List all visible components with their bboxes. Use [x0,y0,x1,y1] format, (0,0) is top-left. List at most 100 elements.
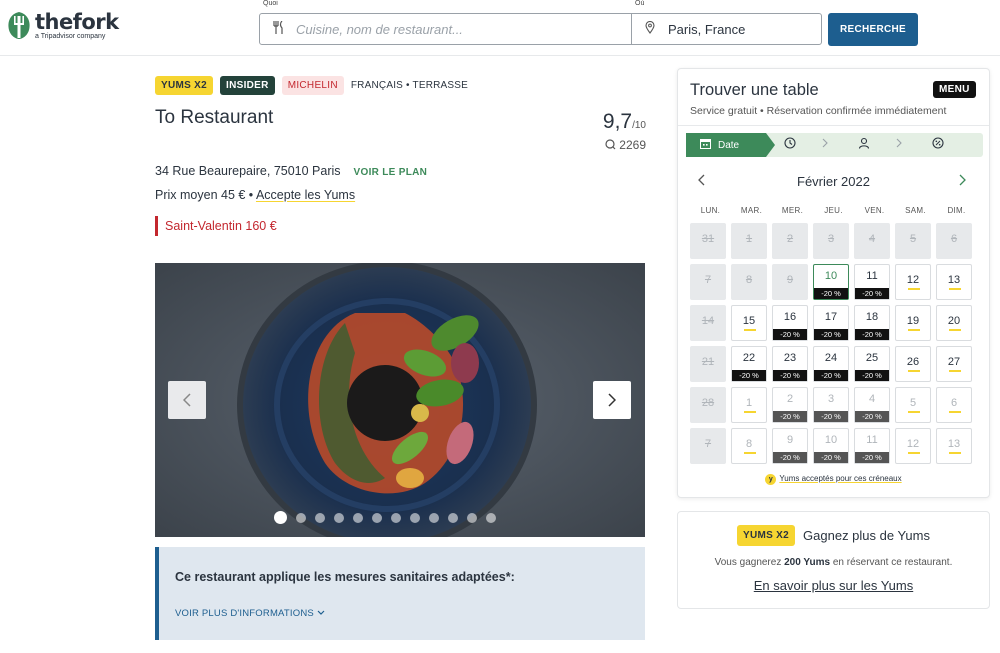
yums-amount: 200 Yums [784,557,831,568]
discount-tag: -20 % [773,411,807,422]
learn-more-yums-link[interactable]: En savoir plus sur les Yums [678,578,989,593]
special-offer: Saint-Valentin 160 € [155,216,277,236]
chevron-right-icon [959,174,966,186]
percent-icon[interactable] [932,137,944,152]
weekday-label: LUN. [700,206,721,215]
what-label: Quoi [263,0,278,7]
chevron-right-icon [822,137,828,151]
rating-scale: /10 [632,120,646,131]
calendar-day: 2 [772,223,808,259]
pagination-dot[interactable] [353,512,363,523]
calendar-day[interactable]: 5 [895,387,931,423]
weekday-label: MER. [781,206,804,215]
yums-underline [744,411,756,413]
day-number: 6 [950,233,958,245]
chevron-right-icon [896,137,902,151]
address-row: 34 Rue Beaurepaire, 75010 Paris VOIR LE … [155,164,427,178]
person-icon[interactable] [858,137,870,152]
calendar-day[interactable]: 9 -20 % [772,428,808,464]
calendar-day[interactable]: 2 -20 % [772,387,808,423]
pagination-dot[interactable] [334,512,344,523]
calendar-day[interactable]: 24 -20 % [813,346,849,382]
search-button[interactable]: RECHERCHE [828,13,918,46]
yums-underline [949,411,961,413]
calendar-day[interactable]: 6 [936,387,972,423]
calendar-day[interactable]: 23 -20 % [772,346,808,382]
discount-tag: -20 % [855,288,889,299]
calendar-day[interactable]: 18 -20 % [854,305,890,341]
next-photo-button[interactable] [593,381,631,419]
accepts-yums-link[interactable]: Accepte les Yums [256,188,355,202]
calendar-day[interactable]: 17 -20 % [813,305,849,341]
menu-button[interactable]: MENU [933,81,976,98]
where-field[interactable]: Paris, France [632,14,821,44]
yums-underline [908,370,920,372]
calendar-day[interactable]: 1 [731,387,767,423]
day-number: 13 [947,438,961,450]
pagination-dot[interactable] [296,512,306,523]
calendar-day[interactable]: 12 [895,264,931,300]
calendar-day[interactable]: 16 -20 % [772,305,808,341]
calendar-day[interactable]: 27 [936,346,972,382]
pagination-dot[interactable] [486,512,496,523]
calendar-day[interactable]: 10 -20 % [813,264,849,300]
step-date[interactable]: Date [686,133,766,157]
calendar-day[interactable]: 15 [731,305,767,341]
yums-underline [949,452,961,454]
yums-accepted-text[interactable]: Yums acceptés pour ces créneaux [779,474,901,483]
calendar-day[interactable]: 19 [895,305,931,341]
thefork-logo[interactable]: thefork a Tripadvisor company [6,10,119,40]
day-number: 1 [745,233,753,245]
pagination-dot[interactable] [315,512,325,523]
logo-tagline: a Tripadvisor company [35,32,106,40]
pagination-dot[interactable] [448,512,458,523]
day-number: 24 [824,352,838,364]
pagination-dot[interactable] [410,512,420,523]
pagination-dot[interactable] [467,512,477,523]
calendar-day[interactable]: 22 -20 % [731,346,767,382]
calendar-day[interactable]: 11 -20 % [854,264,890,300]
pagination-dot[interactable] [372,512,382,523]
day-number: 14 [701,315,715,327]
calendar-day[interactable]: 13 [936,264,972,300]
day-number: 15 [742,315,756,327]
discount-tag: -20 % [773,370,807,381]
review-count[interactable]: 2269 [592,138,646,152]
day-number: 3 [827,393,835,405]
yums-icon: y [765,474,777,485]
calendar-day: 7 [690,428,726,464]
booking-steps: Date [686,133,983,157]
day-number: 11 [866,270,878,282]
view-map-link[interactable]: VOIR LE PLAN [354,167,428,178]
calendar-day[interactable]: 20 [936,305,972,341]
badges-row: YUMS X2 INSIDER MICHELIN FRANÇAIS • TERR… [155,76,468,95]
next-month-button[interactable] [958,173,966,189]
what-input[interactable] [296,21,616,37]
pagination-dot[interactable] [429,512,439,523]
pagination-dot[interactable] [274,511,287,524]
previous-photo-button[interactable] [168,381,206,419]
pagination-dot[interactable] [391,512,401,523]
calendar-day[interactable]: 25 -20 % [854,346,890,382]
calendar-day[interactable]: 13 [936,428,972,464]
what-field[interactable] [260,14,632,44]
calendar-day[interactable]: 8 [731,428,767,464]
day-number: 2 [786,393,794,405]
calendar-day[interactable]: 12 [895,428,931,464]
day-number: 8 [745,438,753,450]
calendar-day[interactable]: 4 -20 % [854,387,890,423]
day-number: 7 [704,274,712,286]
day-number: 2 [786,233,794,245]
see-more-info-link[interactable]: VOIR PLUS D'INFORMATIONS [175,608,325,619]
discount-tag: -20 % [855,452,889,463]
discount-tag: -20 % [814,370,848,381]
calendar-day[interactable]: 3 -20 % [813,387,849,423]
calendar-day[interactable]: 11 -20 % [854,428,890,464]
calendar-day: 31 [690,223,726,259]
chevron-down-icon [317,610,325,615]
clock-icon[interactable] [784,137,796,152]
discount-tag: -20 % [814,411,848,422]
calendar-day[interactable]: 26 [895,346,931,382]
discount-tag: -20 % [855,329,889,340]
calendar-day[interactable]: 10 -20 % [813,428,849,464]
